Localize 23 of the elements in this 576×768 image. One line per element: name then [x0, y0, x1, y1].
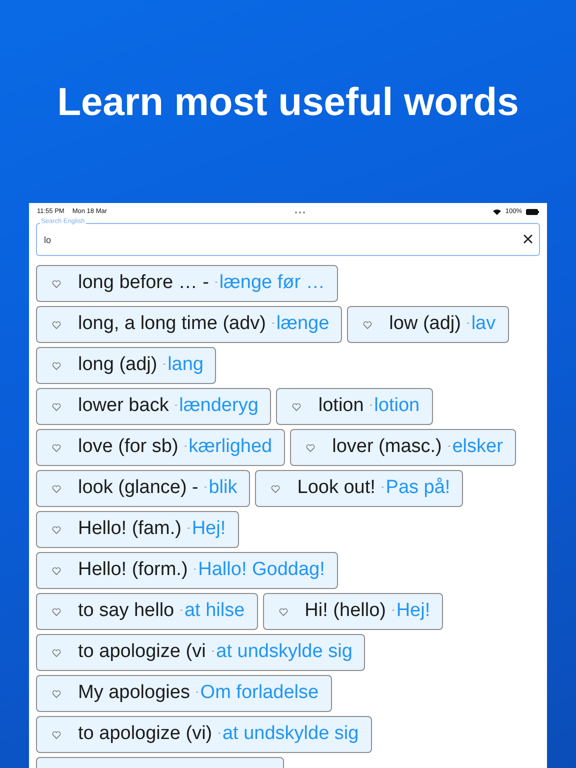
heart-icon — [271, 484, 280, 492]
heart-icon — [363, 320, 372, 328]
heart-icon — [52, 280, 61, 288]
wifi-icon — [493, 209, 502, 215]
heart-icon — [52, 648, 61, 656]
heart-icon — [52, 526, 61, 534]
heart-icon — [306, 444, 316, 452]
clear-button[interactable] — [523, 234, 533, 244]
battery-icon — [526, 209, 539, 215]
heart-icon — [52, 444, 61, 452]
heart-icon — [52, 362, 61, 370]
heart-icon — [52, 608, 61, 616]
heart-icon — [52, 320, 61, 328]
heart-icon — [278, 608, 288, 616]
search-field[interactable]: lo — [36, 223, 540, 256]
heart-icon — [52, 566, 61, 574]
heart-icon — [52, 484, 61, 492]
heart-icon — [52, 402, 61, 410]
heart-icon — [292, 402, 302, 410]
heart-icon — [52, 690, 61, 698]
headline: Learn most useful words — [56, 80, 520, 126]
heart-icon — [52, 730, 61, 738]
multitask-dots-icon — [294, 210, 306, 214]
